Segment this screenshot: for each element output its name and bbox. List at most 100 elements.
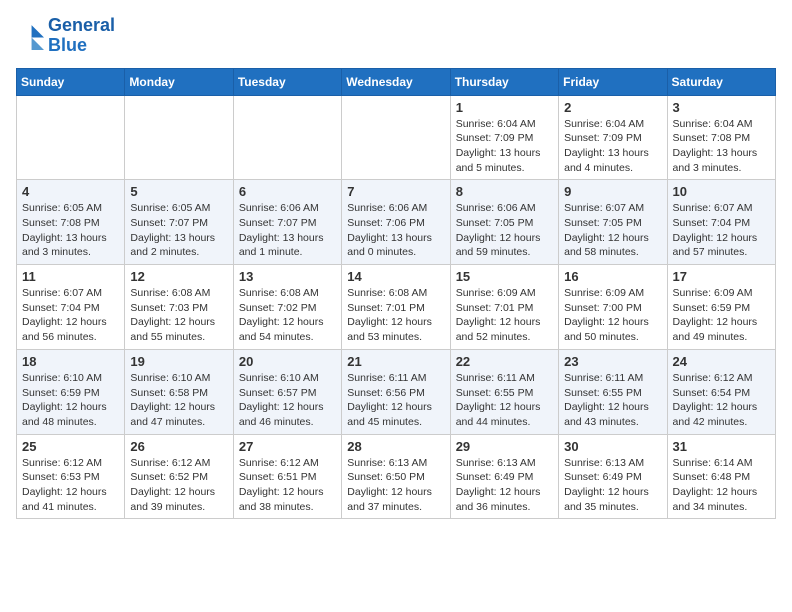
calendar-week-4: 18 Sunrise: 6:10 AM Sunset: 6:59 PM Dayli… xyxy=(17,349,776,434)
day-info: Sunrise: 6:08 AM Sunset: 7:01 PM Dayligh… xyxy=(347,286,444,345)
day-number: 11 xyxy=(22,269,119,284)
calendar-cell: 20 Sunrise: 6:10 AM Sunset: 6:57 PM Dayli… xyxy=(233,349,341,434)
day-info: Sunrise: 6:07 AM Sunset: 7:04 PM Dayligh… xyxy=(22,286,119,345)
day-info: Sunrise: 6:09 AM Sunset: 7:00 PM Dayligh… xyxy=(564,286,661,345)
calendar-cell: 28 Sunrise: 6:13 AM Sunset: 6:50 PM Dayli… xyxy=(342,434,450,519)
day-number: 6 xyxy=(239,184,336,199)
calendar-cell: 7 Sunrise: 6:06 AM Sunset: 7:06 PM Daylig… xyxy=(342,180,450,265)
calendar-cell: 5 Sunrise: 6:05 AM Sunset: 7:07 PM Daylig… xyxy=(125,180,233,265)
calendar-cell: 4Sunrise: 6:05 AM Sunset: 7:08 PM Daylig… xyxy=(17,180,125,265)
calendar-cell: 16 Sunrise: 6:09 AM Sunset: 7:00 PM Dayli… xyxy=(559,265,667,350)
day-number: 24 xyxy=(673,354,770,369)
day-number: 7 xyxy=(347,184,444,199)
day-info: Sunrise: 6:10 AM Sunset: 6:59 PM Dayligh… xyxy=(22,371,119,430)
day-info: Sunrise: 6:10 AM Sunset: 6:57 PM Dayligh… xyxy=(239,371,336,430)
calendar-week-3: 11 Sunrise: 6:07 AM Sunset: 7:04 PM Dayli… xyxy=(17,265,776,350)
col-header-thursday: Thursday xyxy=(450,68,558,95)
day-info: Sunrise: 6:08 AM Sunset: 7:02 PM Dayligh… xyxy=(239,286,336,345)
day-number: 15 xyxy=(456,269,553,284)
calendar-week-2: 4Sunrise: 6:05 AM Sunset: 7:08 PM Daylig… xyxy=(17,180,776,265)
calendar-cell: 12 Sunrise: 6:08 AM Sunset: 7:03 PM Dayli… xyxy=(125,265,233,350)
day-info: Sunrise: 6:12 AM Sunset: 6:53 PM Dayligh… xyxy=(22,456,119,515)
day-number: 16 xyxy=(564,269,661,284)
calendar-cell: 30Sunrise: 6:13 AM Sunset: 6:49 PM Dayli… xyxy=(559,434,667,519)
day-number: 10 xyxy=(673,184,770,199)
day-number: 5 xyxy=(130,184,227,199)
calendar-cell: 26 Sunrise: 6:12 AM Sunset: 6:52 PM Dayli… xyxy=(125,434,233,519)
calendar-cell: 14 Sunrise: 6:08 AM Sunset: 7:01 PM Dayli… xyxy=(342,265,450,350)
col-header-saturday: Saturday xyxy=(667,68,775,95)
day-number: 20 xyxy=(239,354,336,369)
day-number: 13 xyxy=(239,269,336,284)
col-header-wednesday: Wednesday xyxy=(342,68,450,95)
day-number: 28 xyxy=(347,439,444,454)
day-info: Sunrise: 6:08 AM Sunset: 7:03 PM Dayligh… xyxy=(130,286,227,345)
day-info: Sunrise: 6:04 AM Sunset: 7:08 PM Dayligh… xyxy=(673,117,770,176)
day-info: Sunrise: 6:13 AM Sunset: 6:50 PM Dayligh… xyxy=(347,456,444,515)
calendar-cell: 10 Sunrise: 6:07 AM Sunset: 7:04 PM Dayli… xyxy=(667,180,775,265)
day-number: 1 xyxy=(456,100,553,115)
col-header-tuesday: Tuesday xyxy=(233,68,341,95)
day-info: Sunrise: 6:04 AM Sunset: 7:09 PM Dayligh… xyxy=(456,117,553,176)
day-info: Sunrise: 6:06 AM Sunset: 7:07 PM Dayligh… xyxy=(239,201,336,260)
day-number: 3 xyxy=(673,100,770,115)
logo-text: General Blue xyxy=(48,16,115,56)
day-info: Sunrise: 6:05 AM Sunset: 7:07 PM Dayligh… xyxy=(130,201,227,260)
calendar-cell xyxy=(233,95,341,180)
calendar-cell: 9 Sunrise: 6:07 AM Sunset: 7:05 PM Daylig… xyxy=(559,180,667,265)
calendar-week-5: 25 Sunrise: 6:12 AM Sunset: 6:53 PM Dayli… xyxy=(17,434,776,519)
day-number: 21 xyxy=(347,354,444,369)
calendar-cell: 21 Sunrise: 6:11 AM Sunset: 6:56 PM Dayli… xyxy=(342,349,450,434)
day-info: Sunrise: 6:07 AM Sunset: 7:04 PM Dayligh… xyxy=(673,201,770,260)
calendar-cell: 31 Sunrise: 6:14 AM Sunset: 6:48 PM Dayli… xyxy=(667,434,775,519)
day-number: 27 xyxy=(239,439,336,454)
day-info: Sunrise: 6:11 AM Sunset: 6:56 PM Dayligh… xyxy=(347,371,444,430)
day-number: 17 xyxy=(673,269,770,284)
calendar-cell: 3 Sunrise: 6:04 AM Sunset: 7:08 PM Daylig… xyxy=(667,95,775,180)
day-info: Sunrise: 6:05 AM Sunset: 7:08 PM Dayligh… xyxy=(22,201,119,260)
day-number: 12 xyxy=(130,269,227,284)
day-info: Sunrise: 6:11 AM Sunset: 6:55 PM Dayligh… xyxy=(564,371,661,430)
day-info: Sunrise: 6:14 AM Sunset: 6:48 PM Dayligh… xyxy=(673,456,770,515)
day-info: Sunrise: 6:12 AM Sunset: 6:51 PM Dayligh… xyxy=(239,456,336,515)
calendar-header-row: SundayMondayTuesdayWednesdayThursdayFrid… xyxy=(17,68,776,95)
day-number: 18 xyxy=(22,354,119,369)
day-number: 22 xyxy=(456,354,553,369)
day-info: Sunrise: 6:10 AM Sunset: 6:58 PM Dayligh… xyxy=(130,371,227,430)
day-number: 9 xyxy=(564,184,661,199)
day-number: 19 xyxy=(130,354,227,369)
day-info: Sunrise: 6:07 AM Sunset: 7:05 PM Dayligh… xyxy=(564,201,661,260)
calendar-cell xyxy=(342,95,450,180)
calendar-cell: 8 Sunrise: 6:06 AM Sunset: 7:05 PM Daylig… xyxy=(450,180,558,265)
calendar-cell: 27 Sunrise: 6:12 AM Sunset: 6:51 PM Dayli… xyxy=(233,434,341,519)
calendar-cell: 1 Sunrise: 6:04 AM Sunset: 7:09 PM Daylig… xyxy=(450,95,558,180)
calendar-cell xyxy=(125,95,233,180)
day-number: 30 xyxy=(564,439,661,454)
day-info: Sunrise: 6:11 AM Sunset: 6:55 PM Dayligh… xyxy=(456,371,553,430)
calendar-cell: 22 Sunrise: 6:11 AM Sunset: 6:55 PM Dayli… xyxy=(450,349,558,434)
day-number: 14 xyxy=(347,269,444,284)
logo: General Blue xyxy=(16,16,115,56)
col-header-sunday: Sunday xyxy=(17,68,125,95)
calendar-cell: 23 Sunrise: 6:11 AM Sunset: 6:55 PM Dayli… xyxy=(559,349,667,434)
calendar-week-1: 1 Sunrise: 6:04 AM Sunset: 7:09 PM Daylig… xyxy=(17,95,776,180)
col-header-friday: Friday xyxy=(559,68,667,95)
day-info: Sunrise: 6:04 AM Sunset: 7:09 PM Dayligh… xyxy=(564,117,661,176)
day-number: 23 xyxy=(564,354,661,369)
calendar-cell: 19 Sunrise: 6:10 AM Sunset: 6:58 PM Dayli… xyxy=(125,349,233,434)
day-number: 26 xyxy=(130,439,227,454)
day-info: Sunrise: 6:09 AM Sunset: 7:01 PM Dayligh… xyxy=(456,286,553,345)
calendar-cell: 24Sunrise: 6:12 AM Sunset: 6:54 PM Dayli… xyxy=(667,349,775,434)
day-number: 31 xyxy=(673,439,770,454)
day-info: Sunrise: 6:12 AM Sunset: 6:52 PM Dayligh… xyxy=(130,456,227,515)
day-info: Sunrise: 6:06 AM Sunset: 7:05 PM Dayligh… xyxy=(456,201,553,260)
day-number: 8 xyxy=(456,184,553,199)
calendar-cell xyxy=(17,95,125,180)
calendar-cell: 11 Sunrise: 6:07 AM Sunset: 7:04 PM Dayli… xyxy=(17,265,125,350)
day-info: Sunrise: 6:06 AM Sunset: 7:06 PM Dayligh… xyxy=(347,201,444,260)
calendar-cell: 13 Sunrise: 6:08 AM Sunset: 7:02 PM Dayli… xyxy=(233,265,341,350)
day-info: Sunrise: 6:09 AM Sunset: 6:59 PM Dayligh… xyxy=(673,286,770,345)
day-number: 25 xyxy=(22,439,119,454)
day-info: Sunrise: 6:13 AM Sunset: 6:49 PM Dayligh… xyxy=(456,456,553,515)
calendar-cell: 18 Sunrise: 6:10 AM Sunset: 6:59 PM Dayli… xyxy=(17,349,125,434)
